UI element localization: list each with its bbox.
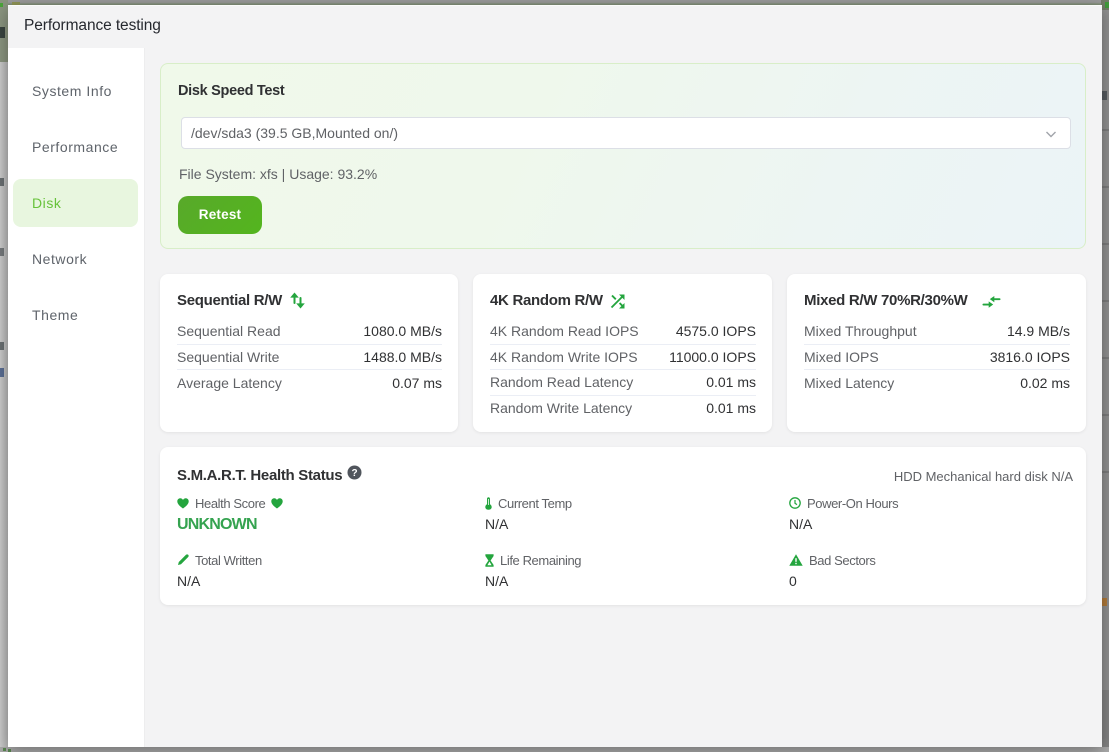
svg-text:?: ? [351,468,357,479]
